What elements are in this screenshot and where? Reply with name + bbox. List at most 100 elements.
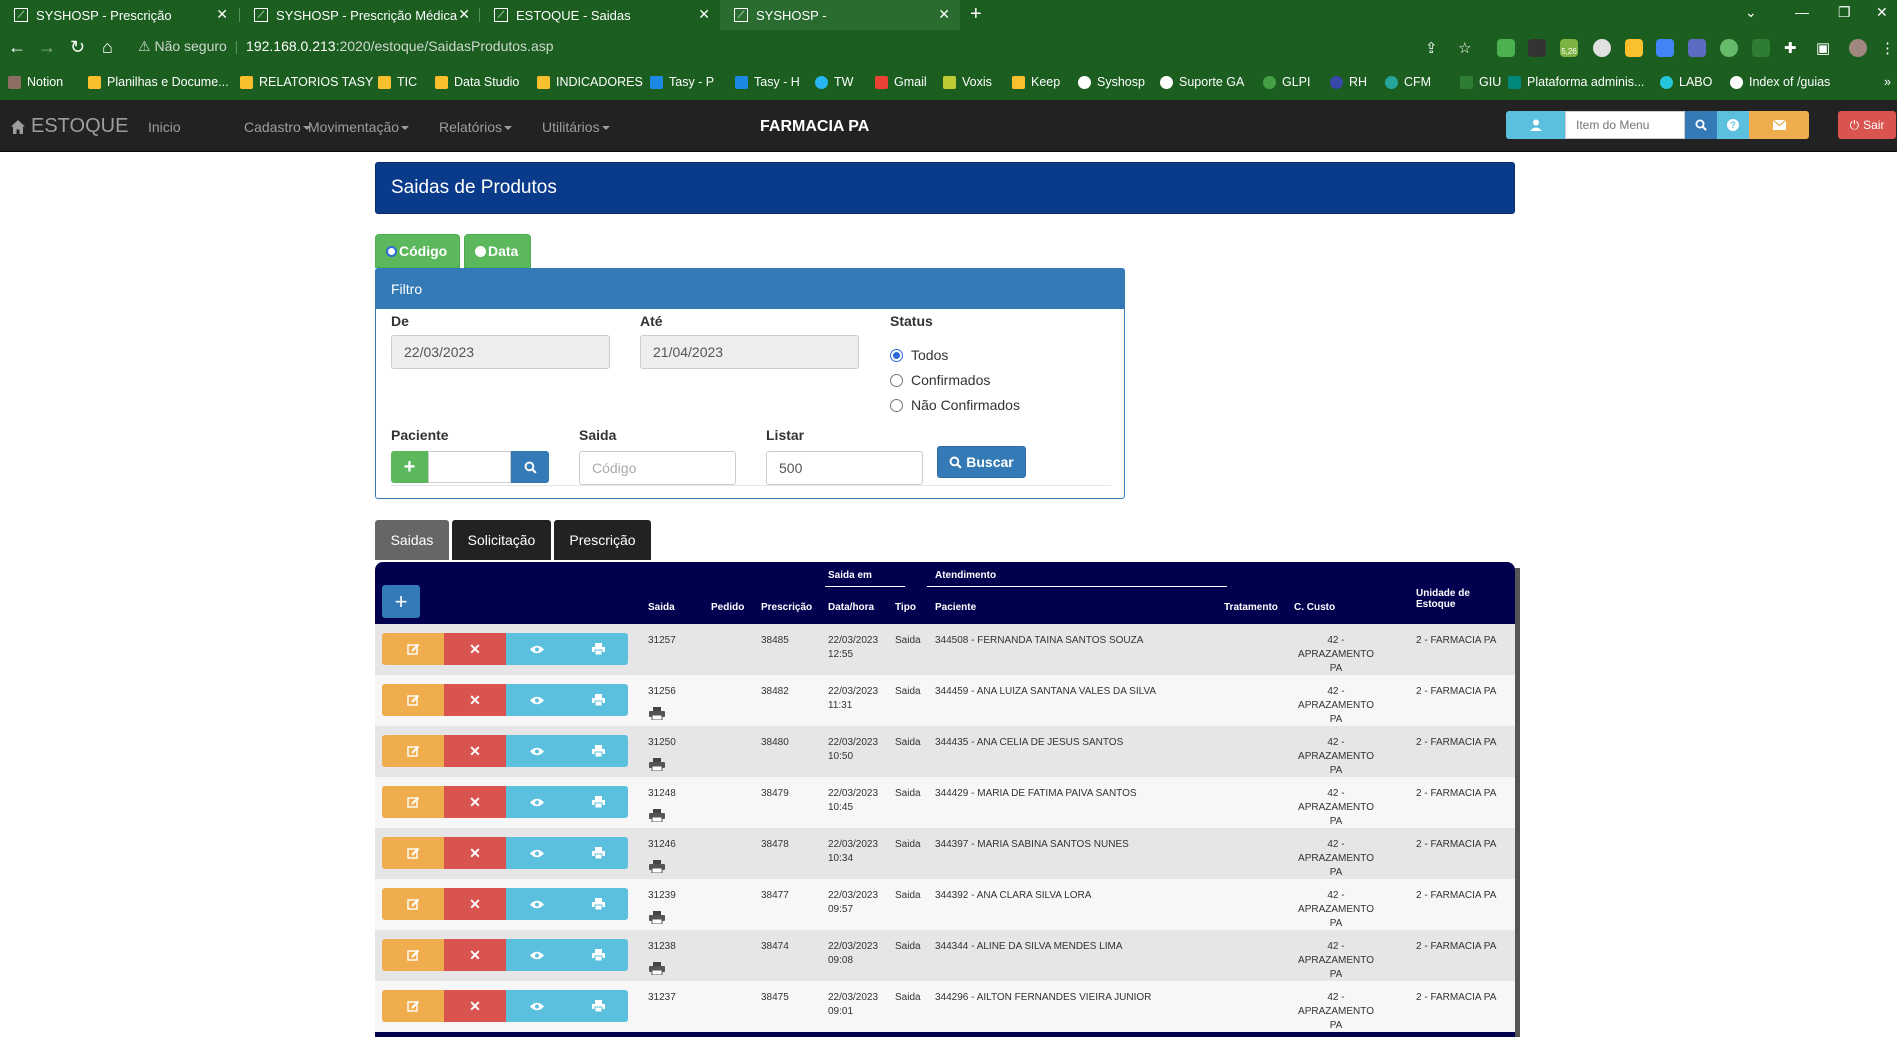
home-icon[interactable]: ⌂: [102, 37, 113, 58]
status-option-confirmados[interactable]: Confirmados: [890, 372, 990, 388]
nav-movimentacao[interactable]: Movimentação: [308, 119, 410, 135]
paciente-input[interactable]: [428, 451, 511, 483]
mode-data-button[interactable]: Data: [464, 234, 531, 268]
add-paciente-button[interactable]: +: [391, 451, 428, 483]
minimize-icon[interactable]: —: [1795, 4, 1809, 20]
bookmark-item[interactable]: TW: [815, 75, 853, 89]
translate-extension-icon[interactable]: [1656, 39, 1674, 57]
view-button[interactable]: [506, 633, 568, 665]
nav-cadastro[interactable]: Cadastro: [244, 119, 311, 135]
bookmark-item[interactable]: Tasy - H: [735, 75, 800, 89]
col-header-ccusto[interactable]: C. Custo: [1294, 602, 1335, 613]
view-button[interactable]: [506, 990, 568, 1022]
tab-search-icon[interactable]: ⌄: [1745, 4, 1757, 21]
print-button[interactable]: [568, 735, 628, 767]
delete-button[interactable]: ✕: [444, 990, 506, 1022]
delete-button[interactable]: ✕: [444, 684, 506, 716]
bookmark-item[interactable]: Notion: [8, 75, 63, 89]
cell-paciente[interactable]: 344429 - MARIA DE FATIMA PAIVA SANTOS: [935, 787, 1137, 801]
extension-icon[interactable]: [1688, 39, 1706, 57]
view-button[interactable]: [506, 837, 568, 869]
edit-button[interactable]: [382, 684, 444, 716]
print-button[interactable]: [568, 684, 628, 716]
close-tab-icon[interactable]: ✕: [698, 6, 710, 23]
menu-search-button[interactable]: [1685, 111, 1717, 139]
edit-button[interactable]: [382, 735, 444, 767]
bookmark-item[interactable]: Planilhas e Docume...: [88, 75, 229, 89]
ate-date-field[interactable]: 21/04/2023: [640, 335, 859, 369]
bookmark-star-icon[interactable]: ☆: [1458, 39, 1471, 57]
col-header-pedido[interactable]: Pedido: [711, 602, 744, 613]
close-tab-icon[interactable]: ✕: [458, 6, 470, 23]
bookmark-item[interactable]: RELATORIOS TASY: [240, 75, 373, 89]
messages-button[interactable]: [1749, 111, 1809, 139]
bookmark-item[interactable]: GIU: [1460, 75, 1501, 89]
edit-button[interactable]: [382, 633, 444, 665]
new-tab-icon[interactable]: +: [970, 3, 982, 26]
nav-inicio[interactable]: Inicio: [148, 119, 181, 135]
view-button[interactable]: [506, 786, 568, 818]
nav-utilitarios[interactable]: Utilitários: [542, 119, 610, 135]
badge-extension-icon[interactable]: 5,26: [1560, 39, 1578, 57]
nav-relatorios[interactable]: Relatórios: [439, 119, 513, 135]
bookmark-item[interactable]: Syshosp: [1078, 75, 1145, 89]
extension-icon[interactable]: [1720, 39, 1738, 57]
bookmark-item[interactable]: Voxis: [943, 75, 992, 89]
edit-button[interactable]: [382, 837, 444, 869]
more-bookmarks-icon[interactable]: »: [1884, 75, 1891, 89]
edit-button[interactable]: [382, 939, 444, 971]
logout-button[interactable]: ⏻ Sair: [1838, 111, 1896, 139]
edit-button[interactable]: [382, 786, 444, 818]
forward-icon[interactable]: →: [38, 37, 56, 58]
status-option-nao-confirmados[interactable]: Não Confirmados: [890, 397, 1020, 413]
bookmark-item[interactable]: Keep: [1012, 75, 1060, 89]
close-tab-icon[interactable]: ✕: [938, 6, 950, 23]
bookmark-item[interactable]: Data Studio: [435, 75, 519, 89]
bookmark-item[interactable]: Tasy - P: [650, 75, 714, 89]
search-paciente-button[interactable]: [511, 451, 549, 483]
reload-icon[interactable]: ↻: [70, 37, 85, 58]
cell-paciente[interactable]: 344392 - ANA CLARA SILVA LORA: [935, 889, 1091, 903]
cell-paciente[interactable]: 344397 - MARIA SABINA SANTOS NUNES: [935, 838, 1129, 852]
tab-saidas[interactable]: Saidas: [375, 520, 449, 560]
sidepanel-icon[interactable]: ▣: [1816, 39, 1830, 57]
view-button[interactable]: [506, 684, 568, 716]
buscar-button[interactable]: Buscar: [937, 446, 1026, 478]
status-option-todos[interactable]: Todos: [890, 347, 948, 363]
url-field[interactable]: ⚠ Não seguro | 192.168.0.213:2020/estoqu…: [138, 38, 554, 55]
menu-search-input[interactable]: [1565, 111, 1685, 139]
edit-button[interactable]: [382, 888, 444, 920]
listar-input[interactable]: 500: [766, 451, 923, 485]
bookmark-item[interactable]: Plataforma adminis...: [1508, 75, 1644, 89]
browser-tab[interactable]: ⟋ SYSHOSP - Prescrição ✕: [0, 0, 238, 30]
de-date-field[interactable]: 22/03/2023: [391, 335, 610, 369]
back-icon[interactable]: ←: [8, 37, 26, 58]
col-header-tipo[interactable]: Tipo: [895, 602, 916, 613]
delete-button[interactable]: ✕: [444, 735, 506, 767]
delete-button[interactable]: ✕: [444, 888, 506, 920]
delete-button[interactable]: ✕: [444, 786, 506, 818]
share-icon[interactable]: ⇪: [1425, 39, 1438, 57]
col-header-saida[interactable]: Saida: [648, 602, 675, 613]
view-button[interactable]: [506, 735, 568, 767]
bookmark-item[interactable]: Gmail: [875, 75, 927, 89]
extension-icon[interactable]: [1528, 39, 1546, 57]
browser-tab-active[interactable]: ⟋ SYSHOSP - ✕: [720, 0, 960, 30]
bookmark-item[interactable]: RH: [1330, 75, 1367, 89]
bookmark-item[interactable]: GLPI: [1263, 75, 1311, 89]
bookmark-item[interactable]: CFM: [1385, 75, 1431, 89]
add-saida-button[interactable]: +: [382, 585, 420, 618]
print-button[interactable]: [568, 633, 628, 665]
col-header-datahora[interactable]: Data/hora: [828, 602, 874, 613]
drive-extension-icon[interactable]: [1497, 39, 1515, 57]
bookmark-item[interactable]: LABO: [1660, 75, 1712, 89]
bookmark-item[interactable]: INDICADORES: [537, 75, 643, 89]
help-button[interactable]: ?: [1717, 111, 1749, 139]
bookmark-item[interactable]: Suporte GA: [1160, 75, 1244, 89]
restore-icon[interactable]: ❐: [1838, 4, 1851, 21]
col-header-prescricao[interactable]: Prescrição: [761, 602, 812, 613]
cell-paciente[interactable]: 344435 - ANA CELIA DE JESUS SANTOS: [935, 736, 1123, 750]
keep-extension-icon[interactable]: [1625, 39, 1643, 57]
user-button[interactable]: [1506, 111, 1566, 139]
extension-icon[interactable]: [1752, 39, 1770, 57]
